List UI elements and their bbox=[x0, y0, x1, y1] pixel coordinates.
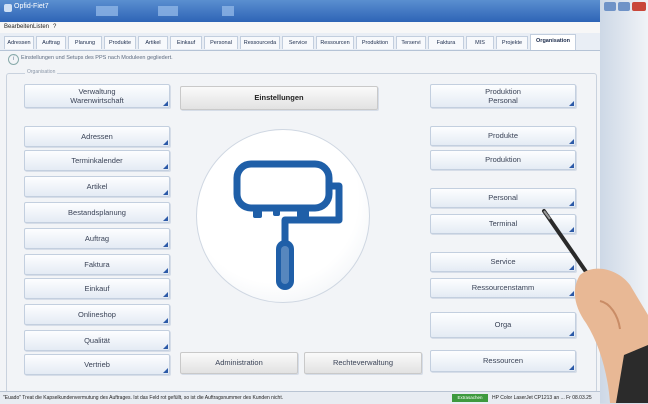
paint-roller-icon bbox=[233, 160, 343, 290]
button-label: Onlineshop bbox=[78, 310, 116, 319]
button-einkauf[interactable]: Einkauf bbox=[24, 278, 170, 299]
button-adressen[interactable]: Adressen bbox=[24, 126, 170, 147]
button-label: Rechteverwaltung bbox=[332, 358, 394, 367]
group-legend: Organisation bbox=[25, 69, 58, 75]
tab-artikel[interactable]: Artikel bbox=[138, 36, 168, 49]
tab-faktura[interactable]: Faktura bbox=[428, 36, 464, 49]
menu-item-listen[interactable]: Listen bbox=[33, 24, 49, 30]
button-produktion[interactable]: Produktion bbox=[430, 150, 576, 170]
button-label: Auftrag bbox=[84, 234, 110, 243]
button-label: Einkauf bbox=[84, 284, 110, 293]
button-label: Vertrieb bbox=[84, 360, 110, 369]
tab-ressourcen[interactable]: Ressourcen bbox=[316, 36, 354, 49]
button-terminkalender[interactable]: Terminkalender bbox=[24, 150, 170, 171]
tab-terservi[interactable]: Terservi bbox=[396, 36, 426, 49]
tab-service[interactable]: Service bbox=[282, 36, 314, 49]
button-label: Verwaltung bbox=[78, 87, 116, 96]
tab-auftrag[interactable]: Auftrag bbox=[36, 36, 66, 49]
tab-projekte[interactable]: Projekte bbox=[496, 36, 528, 49]
tab-mis[interactable]: MIS bbox=[466, 36, 494, 49]
status-badge: Extrasachen bbox=[452, 394, 488, 402]
status-message: "Euado" Treat die Kapselkundenvermutung … bbox=[3, 395, 284, 401]
tab-adressen[interactable]: Adressen bbox=[4, 36, 34, 49]
rechteverwaltung-button[interactable]: Rechteverwaltung bbox=[304, 352, 422, 374]
button-auftrag[interactable]: Auftrag bbox=[24, 228, 170, 249]
status-bar: "Euado" Treat die Kapselkundenvermutung … bbox=[0, 391, 600, 404]
button-label: Service bbox=[490, 257, 516, 266]
button-label: Bestandsplanung bbox=[68, 208, 126, 217]
produktion-personal-button[interactable]: Produktion Personal bbox=[430, 84, 576, 108]
einstellungen-button[interactable]: Einstellungen bbox=[180, 86, 378, 110]
button-bestandsplanung[interactable]: Bestandsplanung bbox=[24, 202, 170, 223]
button-label: Terminal bbox=[488, 219, 518, 228]
module-tab-bar: Adressen Auftrag Planung Produkte Artikel Ein… bbox=[0, 33, 648, 51]
menu-item-help[interactable]: ? bbox=[53, 24, 56, 30]
info-text: Einstellungen und Setups des PPS nach Mo… bbox=[21, 55, 173, 61]
button-label: Terminkalender bbox=[71, 156, 123, 165]
button-label: Administration bbox=[215, 358, 263, 367]
app-icon bbox=[4, 4, 12, 12]
tab-personal[interactable]: Personal bbox=[204, 36, 238, 49]
tab-produkte[interactable]: Produkte bbox=[104, 36, 136, 49]
tab-ressourceda[interactable]: Ressourceda bbox=[240, 36, 280, 49]
button-label: Produktion bbox=[485, 155, 521, 164]
button-label: Artikel bbox=[86, 182, 108, 191]
button-label: Ressourcenstamm bbox=[471, 283, 535, 292]
button-label: Warenwirtschaft bbox=[70, 96, 124, 105]
tab-produktion[interactable]: Produktion bbox=[356, 36, 394, 49]
tab-einkauf[interactable]: Einkauf bbox=[170, 36, 202, 49]
button-label: Einstellungen bbox=[254, 93, 304, 102]
titlebar-decoration bbox=[222, 6, 234, 16]
button-label: Adressen bbox=[81, 132, 113, 141]
menu-item-bearbeiten[interactable]: Bearbeiten bbox=[4, 24, 33, 30]
button-label: Orga bbox=[494, 320, 512, 329]
button-label: Faktura bbox=[84, 260, 110, 269]
verwaltung-warenwirtschaft-button[interactable]: Verwaltung Warenwirtschaft bbox=[24, 84, 170, 108]
maximize-icon[interactable] bbox=[618, 2, 630, 11]
button-label: Produktion bbox=[485, 87, 521, 96]
button-label: Personal bbox=[488, 96, 518, 105]
hand-with-pen-image bbox=[542, 209, 648, 403]
button-label: Ressourcen bbox=[482, 356, 524, 365]
button-produkte[interactable]: Produkte bbox=[430, 126, 576, 146]
administration-button[interactable]: Administration bbox=[180, 352, 298, 374]
menu-bar: Bearbeiten Listen ? bbox=[0, 22, 600, 33]
tab-planung[interactable]: Planung bbox=[68, 36, 102, 49]
button-label: Personal bbox=[488, 193, 518, 202]
button-onlineshop[interactable]: Onlineshop bbox=[24, 304, 170, 325]
button-vertrieb[interactable]: Vertrieb bbox=[24, 354, 170, 375]
info-icon: i bbox=[8, 54, 19, 65]
settings-illustration bbox=[196, 129, 370, 303]
tab-organisation[interactable]: Organisation bbox=[530, 34, 576, 50]
titlebar-decoration bbox=[96, 6, 118, 16]
close-icon[interactable] bbox=[632, 2, 646, 11]
info-bar: i Einstellungen und Setups des PPS nach … bbox=[6, 53, 596, 65]
button-qualit-t[interactable]: Qualität bbox=[24, 330, 170, 351]
minimize-icon[interactable] bbox=[604, 2, 616, 11]
window-title: Opfid-Fiet7 bbox=[14, 3, 49, 10]
button-label: Qualität bbox=[84, 336, 110, 345]
titlebar-decoration bbox=[158, 6, 178, 16]
title-bar: Opfid-Fiet7 bbox=[0, 0, 600, 22]
button-label: Produkte bbox=[487, 131, 519, 140]
application-window: Opfid-Fiet7 Bearbeiten Listen ? i Einste… bbox=[0, 0, 600, 404]
button-artikel[interactable]: Artikel bbox=[24, 176, 170, 197]
button-faktura[interactable]: Faktura bbox=[24, 254, 170, 275]
